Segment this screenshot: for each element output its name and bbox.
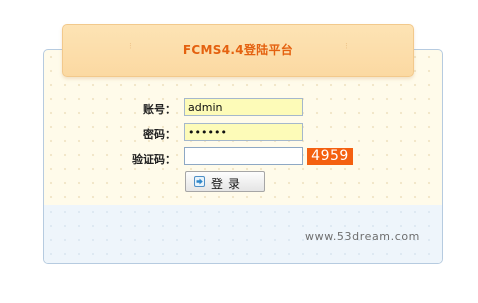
captcha-label: 验证码： — [132, 153, 176, 166]
account-label: 账号： — [143, 103, 176, 116]
login-button[interactable]: 登录 — [185, 171, 265, 192]
page-title: FCMS4.4登陆平台 — [182, 43, 294, 57]
captcha-input[interactable] — [184, 147, 303, 165]
site-link[interactable]: www.53dream.com — [305, 230, 420, 243]
panel-footer: www.53dream.com — [44, 205, 442, 263]
login-page: www.53dream.com ⁝ FCMS4.4登陆平台 ⁝ 账号： 密码： … — [0, 0, 478, 303]
captcha-image[interactable]: 4959 — [307, 148, 353, 165]
header-decoration-right: ⁝ — [345, 42, 348, 52]
arrow-right-icon — [194, 176, 205, 187]
login-button-label: 登录 — [211, 177, 246, 191]
password-label: 密码： — [143, 128, 176, 141]
title-header: ⁝ FCMS4.4登陆平台 ⁝ — [62, 24, 414, 77]
account-input[interactable] — [184, 98, 303, 116]
password-input[interactable] — [184, 123, 303, 141]
